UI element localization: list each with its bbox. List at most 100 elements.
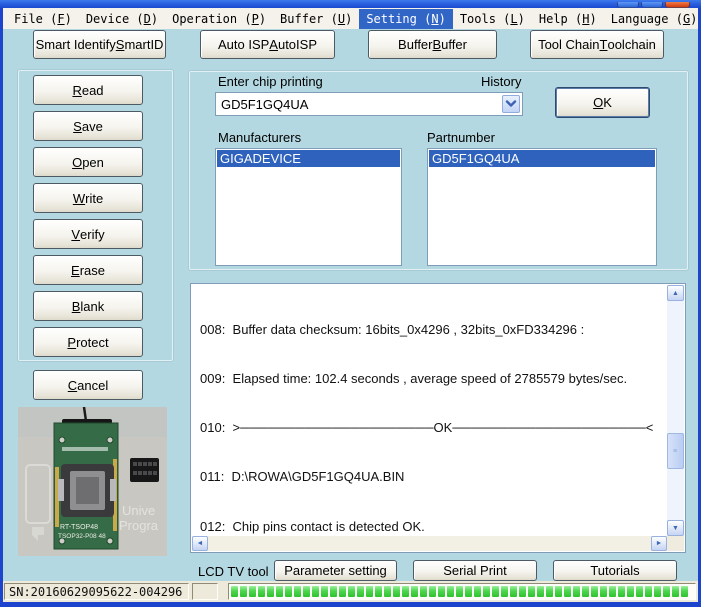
progress-block: [276, 586, 283, 597]
menu-help[interactable]: Help (H): [532, 9, 604, 29]
log-line: 011: D:\ROWA\GD5F1GQ4UA.BIN: [200, 469, 666, 485]
operation-log[interactable]: 008: Buffer data checksum: 16bits_0x4296…: [190, 283, 686, 553]
scroll-up-icon[interactable]: ▲: [667, 285, 684, 301]
chip-combo-value: GD5F1GQ4UA: [221, 97, 308, 112]
erase-button[interactable]: Erase: [33, 255, 143, 285]
progress-block: [249, 586, 256, 597]
progress-block: [312, 586, 319, 597]
list-item[interactable]: GIGADEVICE: [217, 150, 400, 167]
device-brand-line2: Progra: [119, 518, 159, 533]
auto-isp-button[interactable]: Auto ISP AutoISP: [200, 30, 335, 59]
verify-button[interactable]: Verify: [33, 219, 143, 249]
progress-block: [456, 586, 463, 597]
serial-number: SN:20160629095622-004296: [4, 583, 189, 600]
menu-language[interactable]: Language (G): [604, 9, 701, 29]
progress-block: [537, 586, 544, 597]
menu-tools[interactable]: Tools (L): [453, 9, 532, 29]
scroll-left-icon[interactable]: ◄: [192, 536, 208, 551]
write-button[interactable]: Write: [33, 183, 143, 213]
menu-file[interactable]: File (F): [7, 9, 79, 29]
scroll-down-icon[interactable]: ▼: [667, 520, 684, 536]
scroll-right-icon[interactable]: ►: [651, 536, 667, 551]
progress-block: [654, 586, 661, 597]
progress-block: [303, 586, 310, 597]
history-label: History: [481, 74, 521, 89]
open-button[interactable]: Open: [33, 147, 143, 177]
progress-block: [645, 586, 652, 597]
progress-block: [402, 586, 409, 597]
smart-identify-button[interactable]: Smart Identify SmartID: [33, 30, 166, 59]
progress-bar: [228, 583, 696, 600]
progress-block: [555, 586, 562, 597]
progress-block: [546, 586, 553, 597]
progress-block: [465, 586, 472, 597]
progress-block: [267, 586, 274, 597]
title-bar: [0, 0, 701, 8]
menu-operation[interactable]: Operation (P): [165, 9, 273, 29]
progress-block: [510, 586, 517, 597]
progress-block: [636, 586, 643, 597]
progress-block: [357, 586, 364, 597]
menu-bar: File (F) Device (D) Operation (P) Buffer…: [3, 8, 698, 29]
progress-block: [330, 586, 337, 597]
progress-block: [375, 586, 382, 597]
partnumber-list[interactable]: GD5F1GQ4UA: [427, 148, 657, 266]
pcb-label-line2: TSOP32-P08 48: [58, 533, 106, 540]
list-item[interactable]: GD5F1GQ4UA: [429, 150, 655, 167]
progress-block: [258, 586, 265, 597]
menu-device[interactable]: Device (D): [79, 9, 165, 29]
scrollbar-corner: [667, 536, 684, 551]
client-area: Smart Identify SmartID Auto ISP AutoISP …: [3, 29, 698, 581]
log-line: 010: >─────────────────────OK───────────…: [200, 420, 666, 436]
progress-block: [285, 586, 292, 597]
progress-block: [384, 586, 391, 597]
log-line: 009: Elapsed time: 102.4 seconds , avera…: [200, 371, 666, 387]
progress-block: [582, 586, 589, 597]
menu-buffer[interactable]: Buffer (U): [273, 9, 359, 29]
lcd-tv-tool-label: LCD TV tool: [198, 564, 269, 579]
app-window: File (F) Device (D) Operation (P) Buffer…: [0, 0, 701, 607]
blank-button[interactable]: Blank: [33, 291, 143, 321]
progress-block: [339, 586, 346, 597]
progress-block: [618, 586, 625, 597]
partnumber-label: Partnumber: [427, 130, 495, 145]
progress-block: [573, 586, 580, 597]
protect-button[interactable]: Protect: [33, 327, 143, 357]
vertical-scrollbar[interactable]: ▲ ≡ ▼: [667, 285, 684, 536]
progress-block: [681, 586, 688, 597]
manufacturers-list[interactable]: GIGADEVICE: [215, 148, 402, 266]
progress-block: [519, 586, 526, 597]
progress-block: [231, 586, 238, 597]
log-line: 008: Buffer data checksum: 16bits_0x4296…: [200, 322, 666, 338]
tool-chain-button[interactable]: Tool Chain Toolchain: [530, 30, 664, 59]
chevron-down-icon[interactable]: [502, 95, 520, 113]
progress-block: [492, 586, 499, 597]
progress-block: [600, 586, 607, 597]
programmer-photo: RT-TSOP48 TSOP32-P08 48 Unive Progra: [18, 407, 167, 556]
progress-block: [366, 586, 373, 597]
ok-button[interactable]: OK: [555, 87, 650, 118]
log-lines: 008: Buffer data checksum: 16bits_0x4296…: [192, 285, 666, 535]
serial-print-button[interactable]: Serial Print: [413, 560, 537, 581]
scrollbar-thumb[interactable]: ≡: [667, 433, 684, 469]
menu-setting[interactable]: Setting (N): [359, 9, 453, 29]
tutorials-button[interactable]: Tutorials: [553, 560, 677, 581]
progress-block: [591, 586, 598, 597]
progress-block: [627, 586, 634, 597]
pcb-label-line1: RT-TSOP48: [60, 524, 98, 531]
progress-block: [240, 586, 247, 597]
progress-block: [294, 586, 301, 597]
device-brand-line1: Unive: [122, 503, 155, 518]
progress-block: [438, 586, 445, 597]
progress-block: [474, 586, 481, 597]
buffer-button[interactable]: Buffer Buffer: [368, 30, 497, 59]
progress-block: [429, 586, 436, 597]
progress-block: [483, 586, 490, 597]
progress-block: [411, 586, 418, 597]
parameter-setting-button[interactable]: Parameter setting: [274, 560, 397, 581]
read-button[interactable]: Read: [33, 75, 143, 105]
save-button[interactable]: Save: [33, 111, 143, 141]
horizontal-scrollbar[interactable]: ◄ ►: [192, 536, 667, 551]
cancel-button[interactable]: Cancel: [33, 370, 143, 400]
chip-combo[interactable]: GD5F1GQ4UA: [215, 92, 523, 116]
